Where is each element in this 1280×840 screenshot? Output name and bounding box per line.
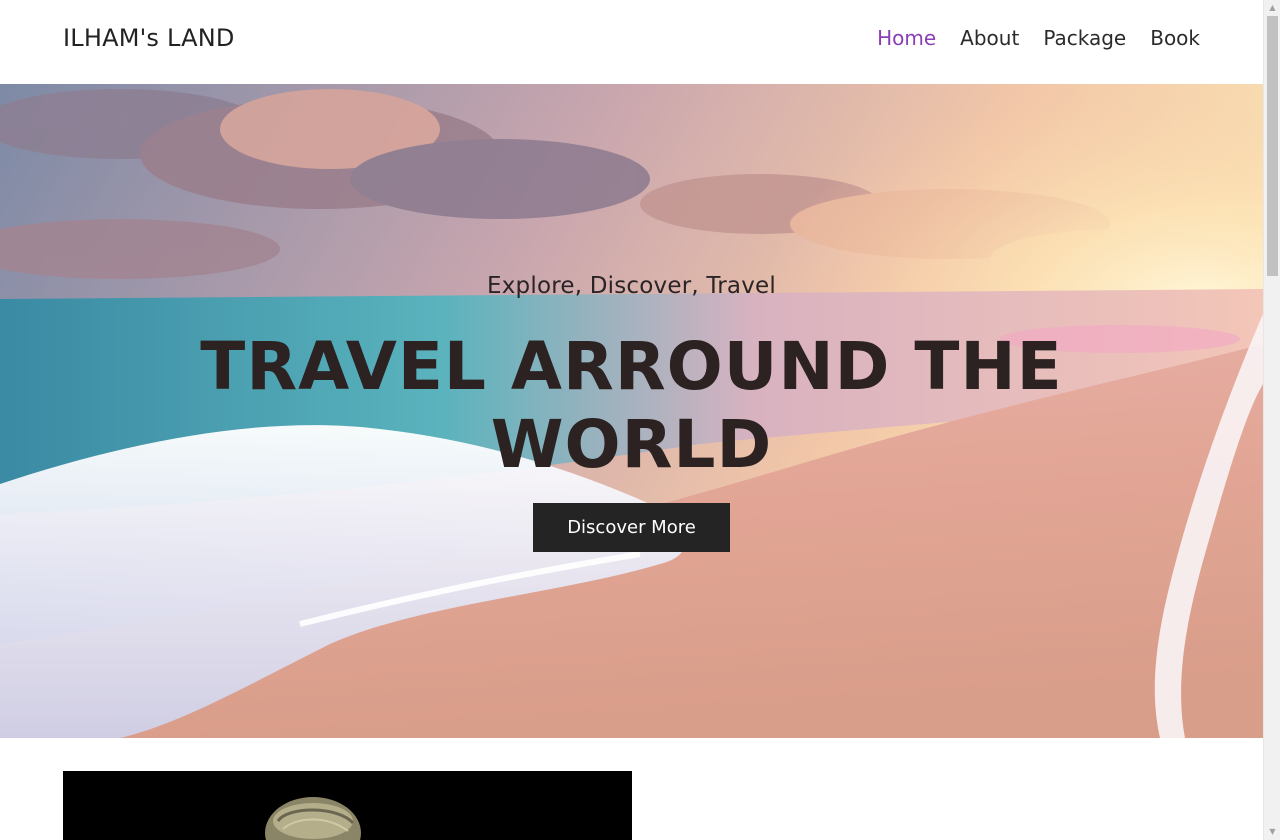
nav-item-about[interactable]: About <box>960 26 1019 50</box>
page-scrollbar[interactable]: ▲ ▼ <box>1263 0 1280 840</box>
scroll-up-icon[interactable]: ▲ <box>1264 0 1280 16</box>
nav-item-package[interactable]: Package <box>1043 26 1126 50</box>
hero-section: Explore, Discover, Travel TRAVEL ARROUND… <box>0 84 1263 738</box>
hero-title: TRAVEL ARROUND THE WORLD <box>200 328 1063 483</box>
statue-head-icon <box>265 797 361 840</box>
brand-logo[interactable]: ILHAM's LAND <box>63 24 235 52</box>
hero-content: Explore, Discover, Travel TRAVEL ARROUND… <box>0 84 1263 738</box>
about-image <box>63 771 632 840</box>
scrollbar-thumb[interactable] <box>1267 16 1278 276</box>
navbar: ILHAM's LAND Home About Package Book <box>0 0 1263 84</box>
about-section <box>0 738 1263 840</box>
discover-more-button[interactable]: Discover More <box>533 503 730 552</box>
nav-item-home[interactable]: Home <box>877 26 936 50</box>
page: ILHAM's LAND Home About Package Book Exp… <box>0 0 1263 840</box>
main-nav: Home About Package Book <box>877 26 1200 50</box>
hero-subtitle: Explore, Discover, Travel <box>487 273 776 299</box>
nav-item-book[interactable]: Book <box>1150 26 1200 50</box>
scroll-down-icon[interactable]: ▼ <box>1264 824 1280 840</box>
